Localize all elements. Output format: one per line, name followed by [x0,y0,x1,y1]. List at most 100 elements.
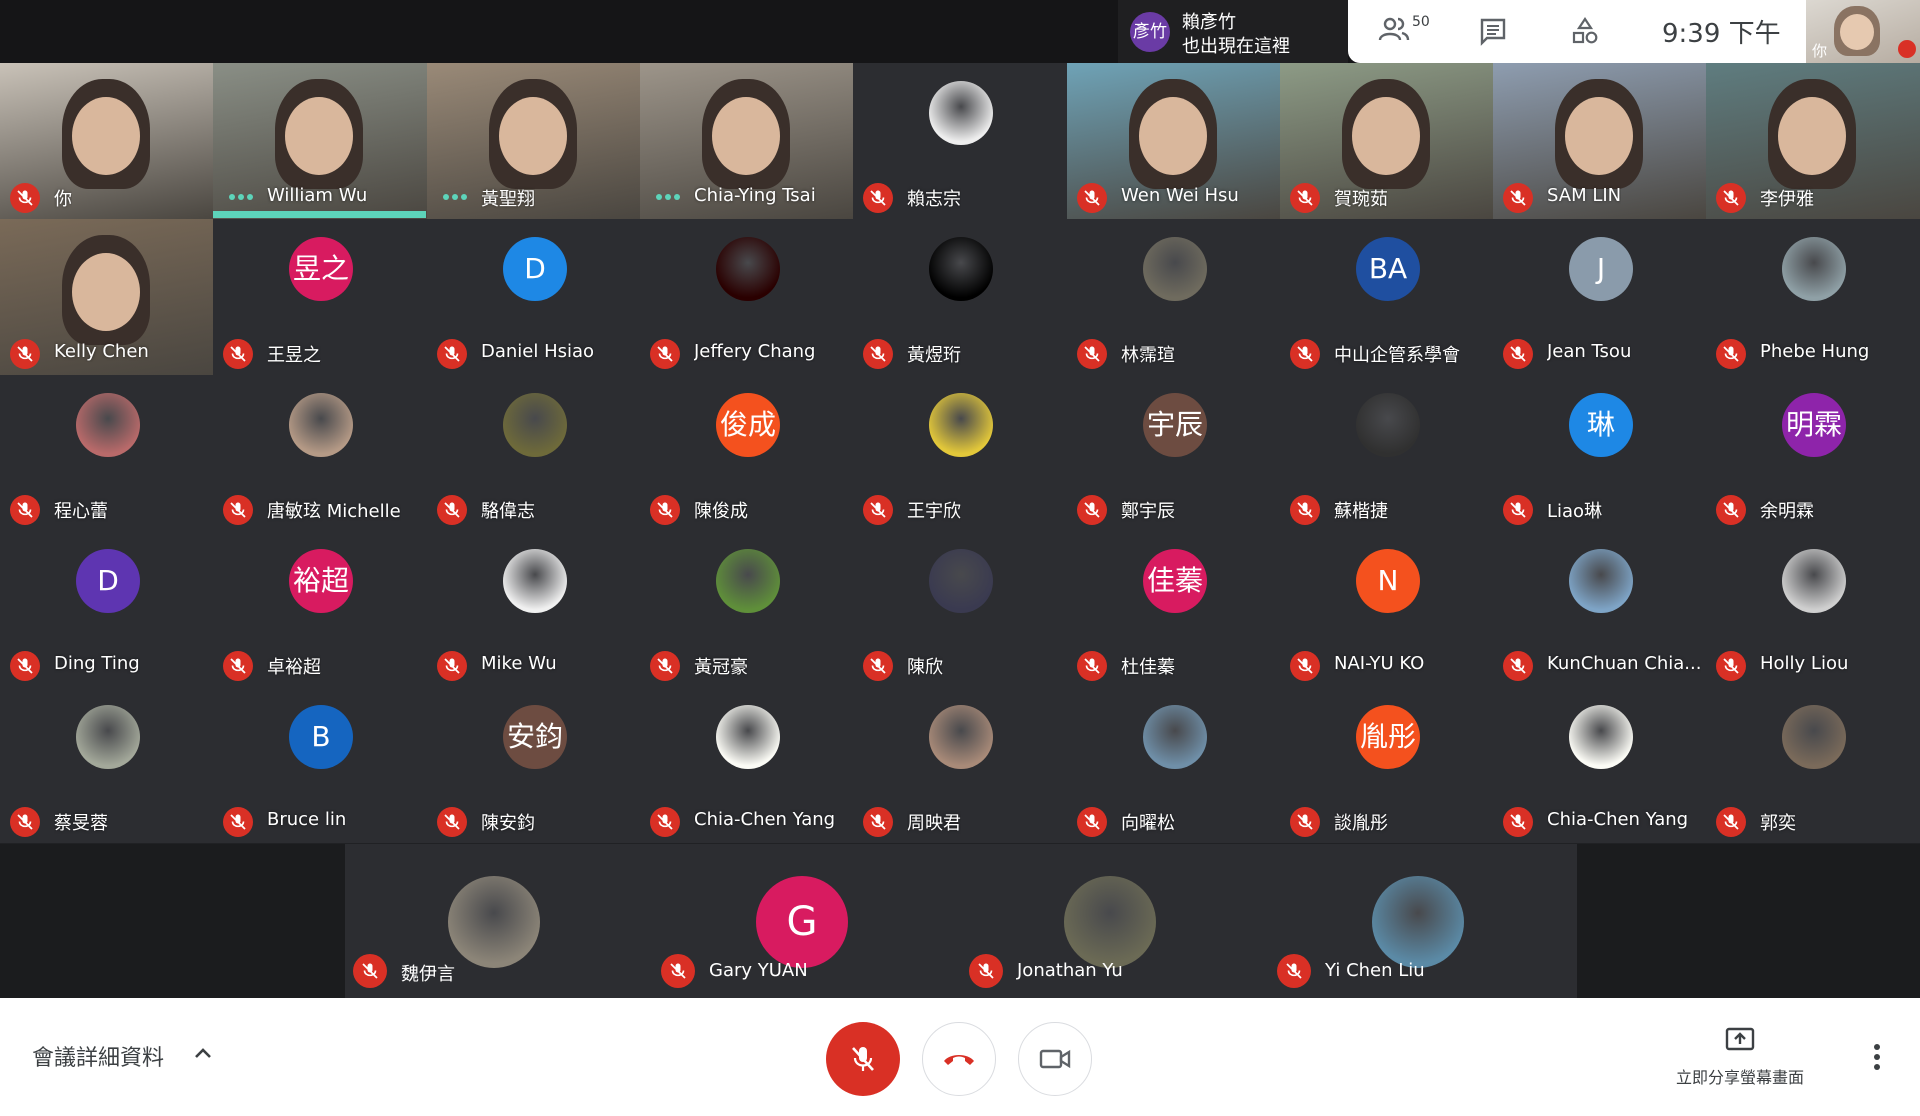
participant-name: Liao琳 [1547,501,1603,522]
present-now-button[interactable]: 立即分享螢幕畫面 [1660,1022,1820,1092]
mic-off-icon [1723,658,1739,674]
participant-tile[interactable]: William Wu [213,63,427,219]
avatar [1782,549,1846,613]
participant-tile[interactable]: 宇辰 鄭宇辰 [1067,375,1281,531]
participant-tile[interactable]: SAM LIN [1493,63,1707,219]
participant-tile[interactable]: 蘇楷捷 [1280,375,1494,531]
participant-tile[interactable]: Chia-Ying Tsai [640,63,854,219]
participant-tile[interactable]: J Jean Tsou [1493,219,1707,375]
avatar [1569,705,1633,769]
chat-button[interactable] [1478,16,1512,46]
participant-tile[interactable]: 昱之 王昱之 [213,219,427,375]
participant-tile[interactable]: 佳蓁 杜佳蓁 [1067,531,1281,687]
mic-off-icon [1510,346,1526,362]
mic-off-icon [1723,814,1739,830]
participant-tile[interactable]: Wen Wei Hsu [1067,63,1281,219]
participant-tile[interactable]: Kelly Chen [0,219,214,375]
participant-tile[interactable]: 琳 Liao琳 [1493,375,1707,531]
chat-icon [1480,18,1506,46]
participant-tile[interactable]: 賀琬茹 [1280,63,1494,219]
participant-tile[interactable]: 黃煜珩 [853,219,1067,375]
participant-tile[interactable]: Jeffery Chang [640,219,854,375]
avatar [1782,705,1846,769]
mic-off-icon [1286,963,1302,979]
avatar: 胤彤 [1356,705,1420,769]
muted-indicator [863,183,893,213]
camera-toggle-button[interactable] [1018,1022,1092,1096]
activities-button[interactable] [1570,16,1604,46]
muted-indicator [10,651,40,681]
participant-name: 蘇楷捷 [1334,501,1388,522]
more-options-icon[interactable] [1872,1042,1882,1072]
participant-tile[interactable]: 郭奕 [1706,687,1920,843]
self-mute-icon [1898,40,1916,58]
participant-tile[interactable]: 賴志宗 [853,63,1067,219]
muted-indicator [650,339,680,369]
chevron-up-icon[interactable] [192,1042,214,1064]
avatar: 佳蓁 [1143,549,1207,613]
participant-tile[interactable]: Yi Chen Liu [1269,844,1569,998]
participant-name: 黃冠豪 [694,657,748,678]
mic-off-icon [1510,502,1526,518]
participant-tile[interactable]: 林霈瑄 [1067,219,1281,375]
avatar [1569,549,1633,613]
leave-call-button[interactable] [922,1022,996,1096]
mic-off-icon [1723,502,1739,518]
participant-tile[interactable]: 胤彤 談胤彤 [1280,687,1494,843]
self-view-thumbnail[interactable]: 你 [1806,0,1920,63]
participant-tile[interactable]: 李伊雅 [1706,63,1920,219]
participant-tile[interactable]: 裕超 卓裕超 [213,531,427,687]
participant-tile[interactable]: 明霖 余明霖 [1706,375,1920,531]
mic-off-icon [1084,190,1100,206]
participant-tile[interactable]: Chia-Chen Yang [640,687,854,843]
mic-off-icon [870,346,886,362]
participant-tile[interactable]: 俊成 陳俊成 [640,375,854,531]
participant-tile[interactable]: 駱偉志 [427,375,641,531]
participant-tile[interactable]: Mike Wu [427,531,641,687]
mic-off-icon [17,658,33,674]
participant-tile[interactable]: Chia-Chen Yang [1493,687,1707,843]
participant-name: Bruce lin [267,809,347,830]
participant-name: 陳欣 [907,657,943,678]
participant-tile[interactable]: N NAI-YU KO [1280,531,1494,687]
participant-tile[interactable]: Holly Liou [1706,531,1920,687]
muted-indicator [223,339,253,369]
participant-tile[interactable]: G Gary YUAN [653,844,953,998]
video-camera-icon [1039,1049,1071,1069]
participant-tile[interactable]: Jonathan Yu [961,844,1261,998]
muted-indicator [1077,495,1107,525]
avatar [716,705,780,769]
avatar: B [289,705,353,769]
participant-tile[interactable]: 程心蕾 [0,375,214,531]
participant-name: 賴志宗 [907,189,961,210]
participant-name: 王宇欣 [907,501,961,522]
participant-tile[interactable]: Phebe Hung [1706,219,1920,375]
participant-tile[interactable]: 陳欣 [853,531,1067,687]
participant-tile[interactable]: 安鈞 陳安鈞 [427,687,641,843]
participant-tile[interactable]: 你 [0,63,214,219]
participant-name: 郭奕 [1760,813,1796,834]
participant-tile[interactable]: BA 中山企管系學會 [1280,219,1494,375]
mic-off-icon [657,814,673,830]
participant-tile[interactable]: KunChuan Chia... [1493,531,1707,687]
participants-button[interactable]: 50 [1378,14,1448,46]
meeting-details-button[interactable]: 會議詳細資料 [32,1040,164,1072]
participant-tile[interactable]: 魏伊言 [345,844,645,998]
participant-name: Chia-Ying Tsai [694,185,816,206]
participant-tile[interactable]: 黃冠豪 [640,531,854,687]
participant-tile[interactable]: 蔡旻蓉 [0,687,214,843]
muted-indicator [10,807,40,837]
participant-name: Jeffery Chang [694,341,816,362]
participant-name: 林霈瑄 [1121,345,1175,366]
mic-toggle-button[interactable] [826,1022,900,1096]
mic-off-icon [870,502,886,518]
participant-tile[interactable]: 王宇欣 [853,375,1067,531]
participant-tile[interactable]: D Daniel Hsiao [427,219,641,375]
participant-tile[interactable]: D Ding Ting [0,531,214,687]
participant-tile[interactable]: 向曜松 [1067,687,1281,843]
participant-tile[interactable]: B Bruce lin [213,687,427,843]
participant-tile[interactable]: 唐敏玹 Michelle [213,375,427,531]
participant-tile[interactable]: 周映君 [853,687,1067,843]
participant-tile[interactable]: 黃聖翔 [427,63,641,219]
participant-name: 陳安鈞 [481,813,535,834]
